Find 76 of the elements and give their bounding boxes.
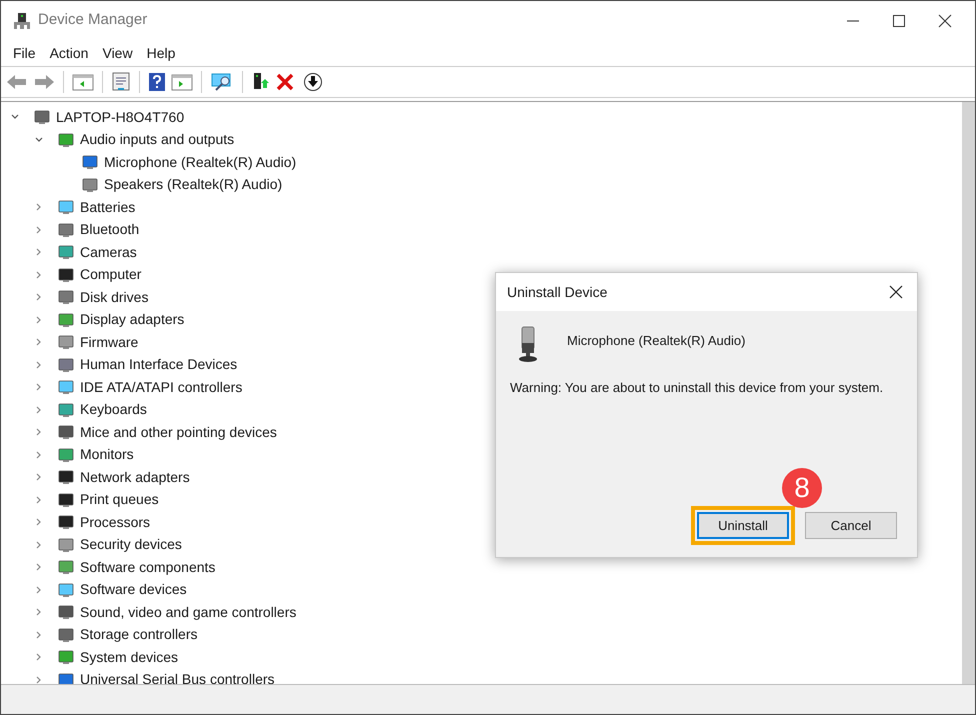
device-icon [57, 490, 75, 509]
tree-item[interactable]: Batteries [80, 196, 136, 218]
menu-item[interactable]: Action [44, 42, 94, 64]
device-icon [57, 288, 75, 306]
tree-item[interactable]: Sound, video and game controllers [80, 602, 296, 623]
back-arrow-icon[interactable] [6, 73, 28, 91]
tree-item[interactable]: Network adapters [80, 466, 190, 488]
menu-item[interactable]: Help [140, 42, 182, 64]
tree-item[interactable]: Software components [80, 556, 216, 578]
menu-item[interactable]: File [7, 42, 42, 64]
help-icon[interactable] [148, 72, 166, 92]
computer-icon [12, 10, 32, 30]
dialog-title: Uninstall Device [507, 282, 608, 302]
tree-item[interactable]: Keyboards [80, 399, 147, 420]
device-icon [57, 423, 75, 442]
device-icon [57, 333, 75, 352]
device-icon [33, 108, 51, 126]
tree-item[interactable]: Audio inputs and outputs [80, 129, 234, 150]
device-icon [57, 603, 75, 622]
device-icon [57, 580, 75, 599]
properties-icon[interactable] [111, 72, 131, 92]
dialog-button[interactable]: Cancel [805, 512, 897, 539]
tree-item[interactable]: Microphone (Realtek(R) Audio) [104, 152, 296, 173]
tree-item[interactable]: Monitors [80, 444, 134, 466]
device-icon [57, 243, 75, 262]
tree-item[interactable]: Firmware [80, 332, 138, 353]
device-icon [57, 536, 75, 554]
device-icon [57, 513, 75, 532]
tree-item[interactable]: Print queues [80, 489, 159, 510]
menu-item[interactable]: View [96, 42, 139, 64]
tree-item[interactable]: System devices [80, 646, 178, 668]
device-icon [57, 468, 75, 486]
tree-item[interactable]: Security devices [80, 534, 182, 556]
tree-item[interactable]: IDE ATA/ATAPI controllers [80, 376, 242, 398]
tree-item[interactable]: Bluetooth [80, 219, 140, 240]
device-icon [57, 446, 75, 464]
tree-item[interactable]: Computer [80, 264, 142, 286]
panel-icon[interactable] [72, 73, 94, 91]
tree-item[interactable]: Storage controllers [80, 624, 198, 646]
close-icon[interactable] [889, 285, 903, 299]
device-icon [57, 626, 75, 644]
device-icon [57, 648, 75, 666]
tree-item[interactable]: Cameras [80, 242, 137, 263]
device-icon [57, 130, 75, 149]
device-icon [81, 153, 99, 172]
panel-icon[interactable] [171, 73, 193, 91]
tree-item[interactable]: Software devices [80, 579, 187, 600]
device-icon [57, 378, 75, 396]
scrollbar[interactable] [962, 102, 975, 684]
tree-item[interactable]: Processors [80, 512, 150, 533]
update-driver-icon[interactable] [251, 72, 271, 92]
forward-arrow-icon[interactable] [33, 73, 55, 91]
device-icon [57, 198, 75, 216]
device-icon [57, 558, 75, 576]
tree-item[interactable]: Mice and other pointing devices [80, 422, 277, 443]
device-icon [57, 356, 75, 374]
device-icon [57, 400, 75, 419]
microphone-icon [516, 325, 540, 363]
tree-item[interactable]: LAPTOP-H8O4T760 [56, 106, 184, 128]
device-icon [57, 670, 75, 684]
tree-item[interactable]: Display adapters [80, 309, 184, 330]
device-icon [57, 310, 75, 329]
device-icon [57, 220, 75, 239]
download-icon[interactable] [303, 72, 323, 92]
device-icon [81, 176, 99, 194]
device-icon [57, 266, 75, 284]
uninstall-x-icon[interactable] [276, 73, 294, 91]
tree-item[interactable]: Speakers (Realtek(R) Audio) [104, 174, 282, 196]
warning-message: Warning: You are about to uninstall this device from your system. [510, 379, 884, 397]
tree-item[interactable]: Disk drives [80, 286, 148, 308]
window-title: Device Manager [38, 10, 148, 30]
device-name: Microphone (Realtek(R) Audio) [567, 332, 746, 350]
tree-item[interactable]: Human Interface Devices [80, 354, 238, 376]
dialog-button[interactable]: Uninstall [691, 506, 795, 545]
maximize-icon[interactable] [892, 14, 906, 28]
close-icon[interactable] [938, 14, 952, 28]
